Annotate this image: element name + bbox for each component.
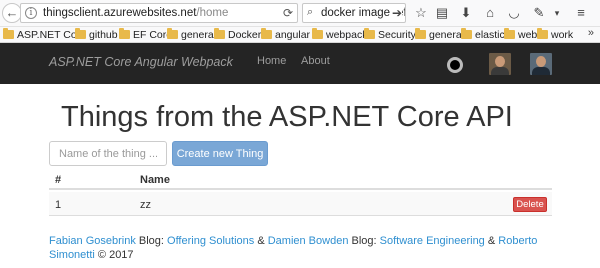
table-header: # Name bbox=[49, 170, 552, 190]
bookmark-folder[interactable]: web bbox=[504, 28, 537, 42]
folder-icon bbox=[214, 28, 225, 39]
folder-icon bbox=[537, 28, 548, 39]
folder-icon bbox=[167, 28, 178, 39]
star-icon[interactable]: ☆ bbox=[412, 5, 430, 21]
cell-name: zz bbox=[140, 199, 151, 211]
bookmarks-bar: ASP.NET Core github EF Core general Dock… bbox=[0, 27, 600, 43]
navbar-brand[interactable]: ASP.NET Core Angular Webpack bbox=[49, 55, 233, 69]
nav-link-home[interactable]: Home bbox=[257, 55, 286, 67]
logo-icon[interactable] bbox=[447, 57, 463, 73]
page-title: Things from the ASP.NET Core API bbox=[61, 101, 513, 133]
footer-text: & bbox=[484, 235, 499, 247]
bookmarks-overflow-icon[interactable]: » bbox=[588, 27, 594, 39]
bookmark-folder[interactable]: general bbox=[415, 28, 464, 42]
extension-dropdown-icon[interactable]: ▾ bbox=[548, 5, 566, 21]
download-icon[interactable]: ⬇ bbox=[457, 5, 475, 21]
pocket-icon[interactable]: ◡ bbox=[505, 5, 523, 21]
avatar[interactable] bbox=[530, 53, 552, 75]
back-icon[interactable]: ← bbox=[2, 3, 22, 23]
column-header-id: # bbox=[55, 174, 62, 186]
folder-icon bbox=[312, 28, 323, 39]
search-bar[interactable]: ⌕ docker image ref ➔ bbox=[302, 3, 406, 23]
create-thing-button[interactable]: Create new Thing bbox=[172, 141, 268, 166]
reader-icon[interactable]: ▤ bbox=[433, 5, 451, 21]
nav-link-about[interactable]: About bbox=[301, 55, 330, 67]
bookmark-folder[interactable]: Docker bbox=[214, 28, 261, 42]
thing-name-input[interactable] bbox=[49, 141, 167, 166]
blog-link-offering-solutions[interactable]: Offering Solutions bbox=[167, 235, 254, 247]
cell-id: 1 bbox=[55, 199, 62, 211]
delete-button[interactable]: Delete bbox=[513, 197, 547, 212]
bookmark-folder[interactable]: elastic bbox=[461, 28, 505, 42]
bookmark-folder[interactable]: Security bbox=[364, 28, 416, 42]
author-link-fabian[interactable]: Fabian Gosebrink bbox=[49, 235, 136, 247]
bookmark-folder[interactable]: general bbox=[167, 28, 216, 42]
folder-icon bbox=[75, 28, 86, 39]
home-icon[interactable]: ⌂ bbox=[481, 5, 499, 21]
folder-icon bbox=[261, 28, 272, 39]
folder-icon bbox=[3, 28, 14, 39]
info-icon[interactable]: i bbox=[25, 7, 37, 19]
folder-icon bbox=[119, 28, 130, 39]
bookmark-folder[interactable]: github bbox=[75, 28, 118, 42]
bookmark-folder[interactable]: webpack bbox=[312, 28, 367, 42]
bookmark-folder[interactable]: EF Core bbox=[119, 28, 172, 42]
bookmark-folder[interactable]: work bbox=[537, 28, 573, 42]
browser-toolbar: ← i thingsclient.azurewebsites.net/home … bbox=[0, 0, 600, 27]
folder-icon bbox=[504, 28, 515, 39]
author-link-damien[interactable]: Damien Bowden bbox=[268, 235, 349, 247]
menu-icon[interactable]: ≡ bbox=[572, 5, 590, 21]
table-row: 1 zz Delete bbox=[49, 192, 552, 216]
url-bar[interactable]: i thingsclient.azurewebsites.net/home ⟳ bbox=[20, 3, 298, 23]
footer-text: Blog: bbox=[135, 235, 168, 247]
bookmark-folder[interactable]: ASP.NET Core bbox=[3, 28, 86, 42]
footer-text: Blog: bbox=[348, 235, 380, 247]
folder-icon bbox=[415, 28, 426, 39]
column-header-name: Name bbox=[140, 174, 170, 186]
blog-link-software-engineering[interactable]: Software Engineering bbox=[380, 235, 485, 247]
extension-icon[interactable]: ✎ bbox=[530, 5, 548, 21]
folder-icon bbox=[364, 28, 375, 39]
url-text: thingsclient.azurewebsites.net/home bbox=[43, 7, 229, 19]
copyright-text: © 2017 bbox=[94, 249, 134, 261]
reload-icon[interactable]: ⟳ bbox=[283, 6, 293, 20]
bookmark-folder[interactable]: angular bbox=[261, 28, 310, 42]
footer: Fabian Gosebrink Blog: Offering Solution… bbox=[49, 234, 559, 262]
search-icon: ⌕ bbox=[307, 6, 314, 18]
footer-text: & bbox=[254, 235, 268, 247]
folder-icon bbox=[461, 28, 472, 39]
go-arrow-icon[interactable]: ➔ bbox=[391, 6, 402, 20]
avatar[interactable] bbox=[489, 53, 511, 75]
